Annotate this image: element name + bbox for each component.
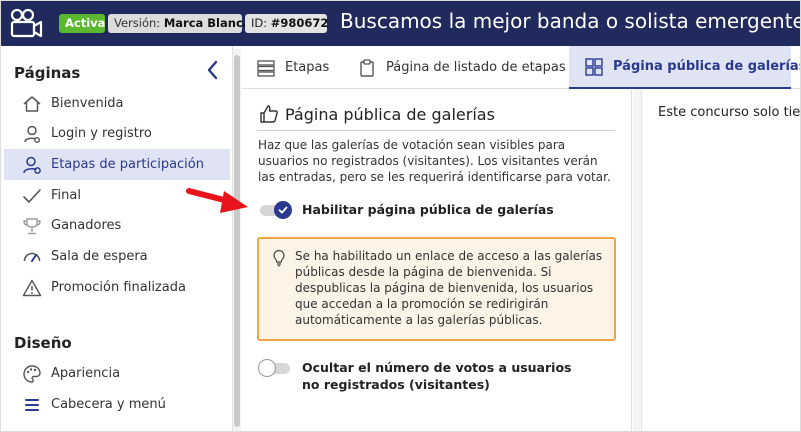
- top-header: Activa Versión: Marca Blanca ID: #980672…: [1, 1, 801, 46]
- divider: [257, 130, 615, 131]
- warning-icon: [22, 278, 42, 298]
- sidebar-scrollbar[interactable]: [233, 49, 241, 431]
- lightbulb-icon: [273, 249, 285, 267]
- info-notice: Se ha habilitado un enlace de acceso a l…: [257, 237, 616, 341]
- trophy-icon: [22, 216, 42, 236]
- tab-etapas[interactable]: Etapas: [256, 46, 329, 89]
- sidebar-item-sala[interactable]: Sala de espera: [4, 241, 230, 272]
- preview-frame: Este concurso solo tie: [641, 90, 801, 431]
- thumbs-up-icon: [260, 105, 278, 123]
- preview-text: Este concurso solo tie: [658, 105, 801, 120]
- tab-bar: Etapas Página de listado de etapas Págin…: [242, 46, 800, 89]
- sidebar-item-cabecera[interactable]: Cabecera y menú: [4, 389, 230, 420]
- camera-logo-icon[interactable]: [9, 8, 43, 40]
- sidebar-item-bienvenida[interactable]: Bienvenida: [4, 88, 230, 119]
- version-badge: Versión: Marca Blanca: [108, 14, 251, 33]
- sidebar: Páginas Bienvenida Login y registro Etap…: [1, 46, 233, 431]
- sidebar-item-label: Apariencia: [51, 366, 121, 381]
- user-settings-icon: [22, 155, 42, 175]
- tab-listado[interactable]: Página de listado de etapas: [357, 46, 566, 89]
- sidebar-item-promocion[interactable]: Promoción finalizada: [4, 272, 230, 303]
- sidebar-item-etapas[interactable]: Etapas de participación: [4, 149, 230, 180]
- sidebar-item-label: Ganadores: [51, 218, 122, 233]
- tab-galerias[interactable]: Página pública de galerías: [569, 46, 800, 89]
- sidebar-section-design: Diseño: [14, 334, 72, 352]
- scrollbar-thumb[interactable]: [234, 55, 240, 427]
- tab-label: Página pública de galerías: [613, 59, 801, 74]
- tab-label: Página de listado de etapas: [386, 60, 566, 75]
- version-label: Versión:: [114, 16, 161, 30]
- check-icon: [22, 186, 42, 206]
- toggle-hide-votes[interactable]: [258, 359, 292, 377]
- toggle-public-gallery-row: Habilitar página pública de galerías: [258, 201, 554, 219]
- menu-icon: [22, 395, 42, 415]
- notice-text: Se ha habilitado un enlace de acceso a l…: [295, 249, 603, 327]
- toggle-hide-votes-row: Ocultar el número de votos a usuarios no…: [258, 359, 572, 393]
- palette-icon: [22, 364, 42, 384]
- id-label: ID:: [251, 16, 268, 30]
- panel-title: Página pública de galerías: [259, 104, 495, 124]
- sidebar-item-label: Etapas de participación: [51, 157, 204, 172]
- gauge-icon: [22, 247, 42, 267]
- preview-area: Este concurso solo tie: [633, 90, 801, 431]
- sidebar-item-apariencia[interactable]: Apariencia: [4, 358, 230, 389]
- version-value: Marca Blanca: [163, 16, 251, 30]
- sidebar-item-label: Sala de espera: [51, 249, 148, 264]
- sidebar-item-label: Final: [51, 188, 81, 203]
- panel-description: Haz que las galerías de votación sean vi…: [258, 138, 611, 184]
- tab-label: Etapas: [285, 60, 330, 75]
- grid-icon: [584, 57, 604, 77]
- sidebar-item-label: Login y registro: [51, 126, 152, 141]
- chevron-left-icon[interactable]: [204, 59, 222, 81]
- clipboard-icon: [357, 58, 377, 78]
- page-title: Buscamos la mejor banda o solista emerge…: [340, 9, 801, 33]
- status-badge: Activa: [59, 14, 105, 33]
- sidebar-item-label: Bienvenida: [51, 96, 124, 111]
- sidebar-item-login[interactable]: Login y registro: [4, 118, 230, 149]
- home-icon: [22, 94, 42, 114]
- sidebar-section-pages: Páginas: [14, 64, 81, 82]
- panel-title-text: Página pública de galerías: [285, 104, 495, 124]
- user-icon: [22, 124, 42, 144]
- red-arrow-annotation: [186, 188, 248, 213]
- list-icon: [256, 58, 276, 78]
- sidebar-item-label: Cabecera y menú: [51, 397, 166, 412]
- toggle-hide-votes-label: Ocultar el número de votos a usuarios no…: [302, 360, 572, 392]
- sidebar-item-label: Promoción finalizada: [51, 280, 186, 295]
- id-value: #980672: [270, 16, 329, 30]
- id-badge: ID: #980672: [245, 14, 329, 33]
- app-window: Activa Versión: Marca Blanca ID: #980672…: [0, 0, 801, 432]
- toggle-public-gallery-label: Habilitar página pública de galerías: [302, 202, 554, 217]
- settings-panel: Página pública de galerías Haz que las g…: [242, 90, 632, 431]
